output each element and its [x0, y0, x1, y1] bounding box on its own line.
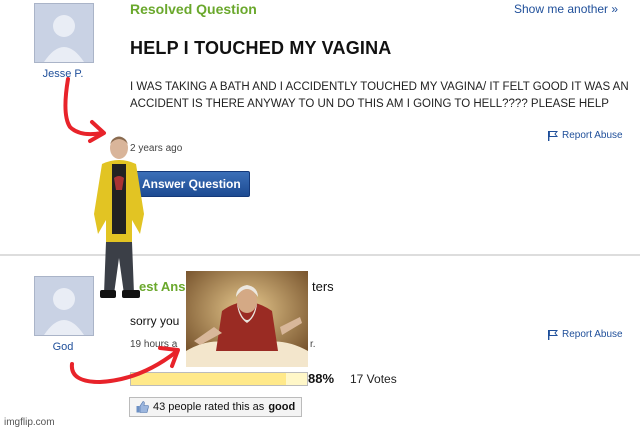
answer-question-button[interactable]: Answer Question [133, 171, 250, 197]
vote-count: 17 Votes [350, 372, 397, 386]
answerer-avatar[interactable] [34, 276, 94, 336]
answer-timestamp-suffix: r. [310, 339, 316, 350]
god-painting-image [186, 271, 308, 367]
best-answer-label-suffix: ters [312, 279, 334, 294]
flag-icon [548, 329, 558, 340]
resolved-question-label: Resolved Question [130, 1, 257, 17]
question-title: HELP I TOUCHED MY VAGINA [130, 38, 392, 58]
question-body: I WAS TAKING A BATH AND I ACCIDENTLY TOU… [130, 81, 629, 110]
rated-count-text: 43 people rated this as [153, 401, 265, 413]
jesse-figure-image [94, 136, 144, 298]
watermark: imgflip.com [4, 417, 55, 428]
red-arrow-to-god [69, 346, 180, 385]
default-avatar-icon [35, 277, 93, 335]
default-avatar-icon [35, 4, 93, 62]
flag-icon [548, 130, 558, 141]
report-abuse-link[interactable]: Report Abuse [548, 130, 623, 141]
report-abuse-label: Report Abuse [562, 329, 623, 340]
report-abuse-label: Report Abuse [562, 130, 623, 141]
rated-word: good [268, 401, 296, 413]
rating-percent: 88% [308, 371, 335, 386]
answer-report-abuse-link[interactable]: Report Abuse [548, 329, 623, 340]
asker-avatar[interactable] [34, 3, 94, 63]
answer-text: sorry you [130, 314, 180, 328]
show-another-link[interactable]: Show me another » [514, 2, 618, 16]
thumbs-up-icon [136, 401, 149, 413]
rated-good-badge[interactable]: 43 people rated this as good [129, 397, 303, 417]
